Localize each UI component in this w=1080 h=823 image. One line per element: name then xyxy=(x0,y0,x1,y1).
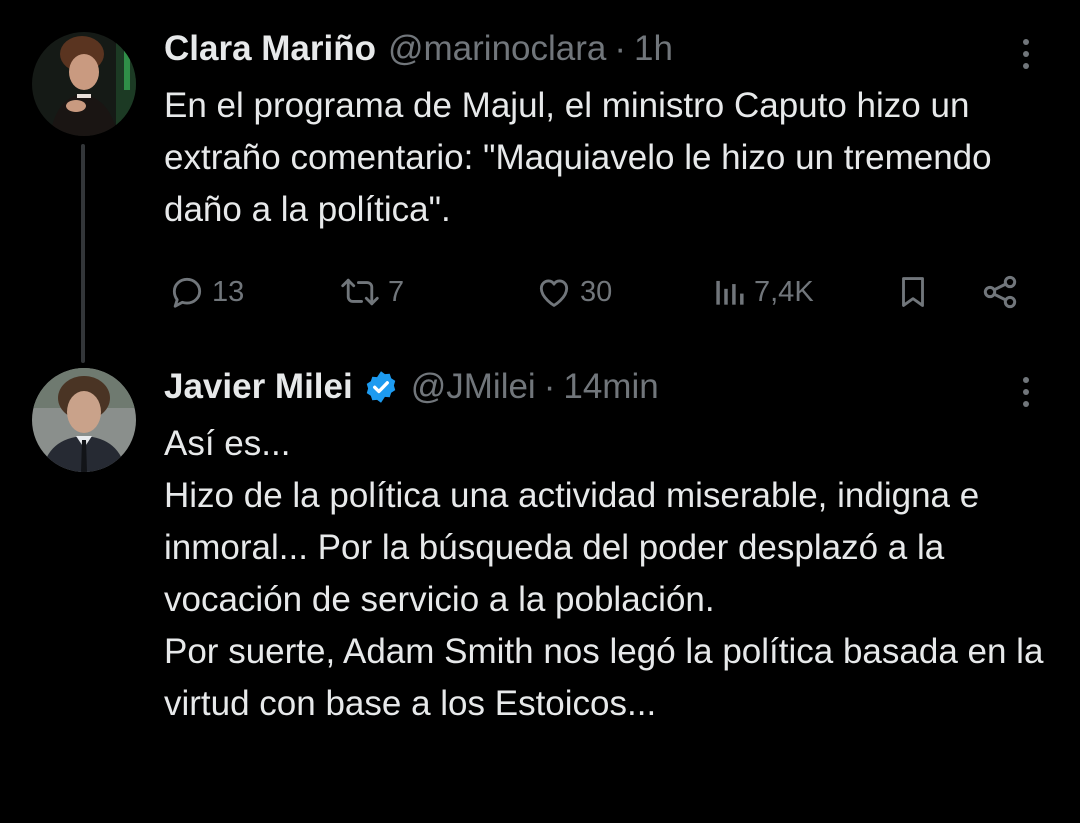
tweet-header: Clara Mariño @marinoclara · 1h xyxy=(164,27,673,71)
views-chart-icon xyxy=(710,273,748,311)
retweet-button[interactable]: 7 xyxy=(338,270,404,314)
bookmark-button[interactable] xyxy=(894,270,932,314)
tweet-text-paragraph: En el programa de Majul, el ministro Cap… xyxy=(164,86,992,229)
tweet-text-paragraph: Hizo de la política una actividad misera… xyxy=(164,476,980,619)
avatar-javier-milei[interactable] xyxy=(32,368,136,472)
tweet-text-paragraph: Así es... xyxy=(164,424,291,463)
retweet-count: 7 xyxy=(388,275,405,308)
reply-count: 13 xyxy=(212,275,245,308)
tweet-clara-marino[interactable]: Clara Mariño @marinoclara · 1h En el pro… xyxy=(0,0,1080,363)
more-vertical-icon[interactable] xyxy=(1014,36,1038,72)
action-bar: 13 7 30 7,4K xyxy=(164,270,1034,314)
like-count: 30 xyxy=(580,275,613,308)
tweet-text-paragraph: Por suerte, Adam Smith nos legó la polít… xyxy=(164,632,1044,723)
tweet-timestamp[interactable]: 14min xyxy=(563,367,658,407)
tweet-header: Javier Milei @JMilei · 14min xyxy=(164,365,659,409)
comment-icon xyxy=(168,273,206,311)
bookmark-icon xyxy=(894,272,932,312)
share-button[interactable] xyxy=(980,270,1020,314)
verified-badge-icon xyxy=(363,369,399,405)
retweet-icon xyxy=(338,273,382,311)
reply-button[interactable]: 13 xyxy=(168,270,244,314)
heart-icon xyxy=(534,273,574,311)
separator-dot: · xyxy=(614,29,627,68)
author-handle[interactable]: @marinoclara xyxy=(388,29,606,69)
author-name[interactable]: Javier Milei xyxy=(164,367,353,407)
avatar-clara-marino[interactable] xyxy=(32,32,136,136)
author-handle[interactable]: @JMilei xyxy=(411,367,536,407)
tweet-text: En el programa de Majul, el ministro Cap… xyxy=(164,80,1044,236)
tweet-text: Así es... Hizo de la política una activi… xyxy=(164,418,1044,730)
thread-line xyxy=(81,144,85,363)
author-name[interactable]: Clara Mariño xyxy=(164,29,376,69)
separator-dot: · xyxy=(543,367,556,406)
like-button[interactable]: 30 xyxy=(534,270,612,314)
tweet-javier-milei[interactable]: Javier Milei @JMilei · 14min Así es... H… xyxy=(0,355,1080,823)
tweet-timestamp[interactable]: 1h xyxy=(634,29,673,69)
share-icon xyxy=(980,272,1020,312)
more-vertical-icon[interactable] xyxy=(1014,374,1038,410)
views-button[interactable]: 7,4K xyxy=(710,270,814,314)
views-count: 7,4K xyxy=(754,275,814,308)
